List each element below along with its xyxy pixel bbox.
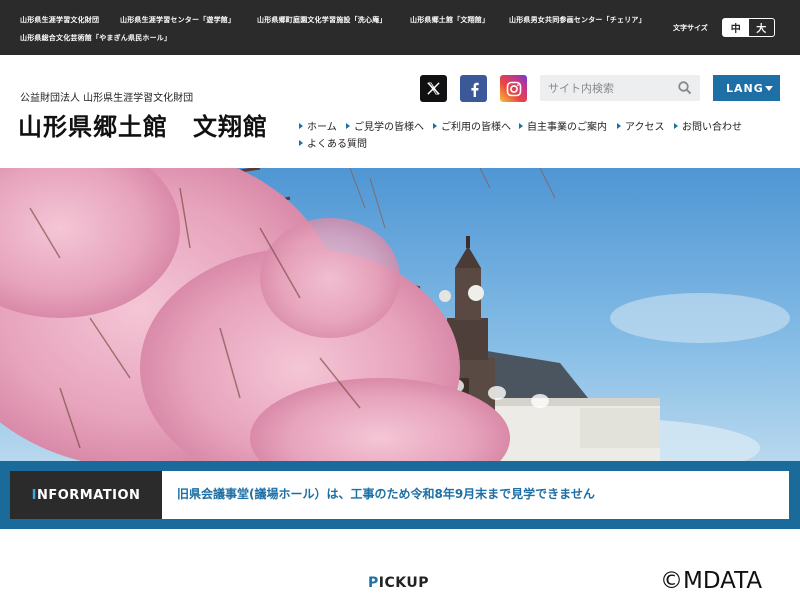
- font-size-large-button[interactable]: 大: [748, 19, 774, 36]
- watermark: ©MDATA: [660, 568, 763, 594]
- search-icon: [678, 81, 692, 95]
- pickup-heading-initial: P: [368, 575, 379, 591]
- nav-faq[interactable]: よくある質問: [299, 135, 367, 150]
- facebook-button[interactable]: [460, 75, 487, 102]
- toplink-cheria[interactable]: 山形県男女共同参画センター「チェリア」: [509, 15, 646, 25]
- instagram-icon: [506, 81, 521, 96]
- caret-down-icon: [765, 86, 773, 91]
- search-input[interactable]: [540, 75, 675, 101]
- x-icon: [427, 82, 440, 95]
- x-button[interactable]: [420, 75, 447, 102]
- nav-home-label: ホーム: [307, 122, 337, 133]
- pickup-heading-rest: ICKUP: [378, 575, 429, 591]
- nav-visitors[interactable]: ご見学の皆様へ: [346, 118, 424, 133]
- nav-arrow-icon: [433, 122, 437, 129]
- nav-home[interactable]: ホーム: [299, 118, 337, 133]
- nav-arrow-icon: [674, 122, 678, 129]
- toplink-yugakukan[interactable]: 山形県生涯学習センター「遊学館」: [120, 15, 235, 25]
- nav-arrow-icon: [299, 122, 303, 129]
- font-size-medium-button[interactable]: 中: [723, 19, 749, 36]
- facebook-icon: [470, 82, 479, 97]
- toplink-senshinan[interactable]: 山形県郷町庭園文化学習施設「洗心庵」: [257, 15, 387, 25]
- nav-events-label: 自主事業のご案内: [527, 122, 607, 133]
- lang-button[interactable]: LANG: [713, 75, 780, 101]
- toplink-bunshokan[interactable]: 山形県郷土館「文翔館」: [410, 15, 489, 25]
- lang-label: LANG: [726, 81, 764, 95]
- nav-arrow-icon: [346, 122, 350, 129]
- nav-visitors-label: ご見学の皆様へ: [354, 122, 424, 133]
- hero-image: [0, 168, 800, 461]
- information-notice-link[interactable]: 旧県会議事堂(議場ホール）は、工事のため令和8年9月末まで見学できません: [177, 485, 595, 502]
- information-label: I NFORMATION: [10, 471, 162, 519]
- pickup-heading: PICKUP: [368, 575, 429, 591]
- nav-events[interactable]: 自主事業のご案内: [519, 118, 607, 133]
- search-button[interactable]: [677, 80, 693, 96]
- nav-contact-label: お問い合わせ: [682, 122, 742, 133]
- organization-name: 公益財団法人 山形県生涯学習文化財団: [20, 93, 194, 104]
- information-label-rest: NFORMATION: [36, 487, 141, 503]
- search-box: [540, 75, 700, 101]
- nav-users-label: ご利用の皆様へ: [441, 122, 511, 133]
- toplink-foundation[interactable]: 山形県生涯学習文化財団: [20, 15, 99, 25]
- nav-faq-label: よくある質問: [307, 139, 367, 150]
- instagram-button[interactable]: [500, 75, 527, 102]
- nav-users[interactable]: ご利用の皆様へ: [433, 118, 511, 133]
- font-size-label: 文字サイズ: [673, 24, 708, 32]
- nav-access-label: アクセス: [625, 122, 665, 133]
- nav-contact[interactable]: お問い合わせ: [674, 118, 742, 133]
- nav-arrow-icon: [299, 139, 303, 146]
- font-size-switcher: 中 大: [722, 18, 775, 37]
- toplink-yamagin-hall[interactable]: 山形県総合文化芸術館「やまぎん県民ホール」: [20, 33, 171, 43]
- nav-arrow-icon: [519, 122, 523, 129]
- nav-access[interactable]: アクセス: [617, 118, 665, 133]
- nav-arrow-icon: [617, 122, 621, 129]
- site-title[interactable]: 山形県郷土館 文翔館: [18, 107, 268, 142]
